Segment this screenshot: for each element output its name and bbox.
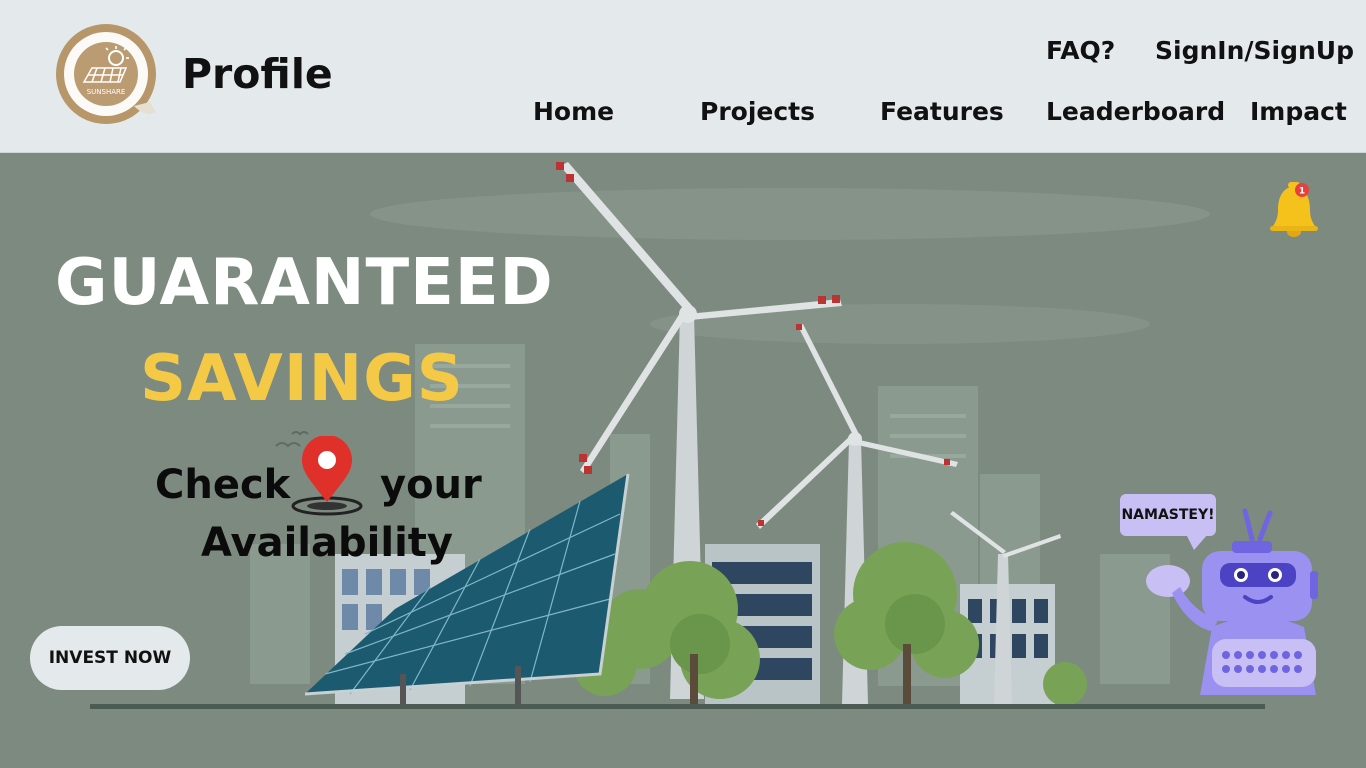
nav-home[interactable]: Home [533,97,614,126]
nav-leaderboard[interactable]: Leaderboard [1046,97,1225,126]
hero-banner: GUARANTEED SAVINGS Check your Availabili… [0,154,1366,768]
invest-now-button[interactable]: INVEST NOW [30,626,190,690]
sunshare-logo[interactable]: SUNSHARE [54,22,158,126]
page-title: Profile [182,50,333,98]
logo-text: SUNSHARE [87,88,126,96]
availability-label: Availability [201,520,453,566]
signin-signup-link[interactable]: SignIn/SignUp [1155,36,1354,65]
faq-link[interactable]: FAQ? [1046,36,1115,65]
headline-savings: SAVINGS [140,342,464,416]
headline-guaranteed: GUARANTEED [55,246,554,320]
location-pin-icon[interactable] [290,436,364,516]
chatbot-robot-icon[interactable] [1140,499,1320,699]
your-label: your [380,462,482,508]
check-label: Check [155,462,291,508]
top-header: SUNSHARE Profile FAQ? SignIn/SignUp Home… [0,0,1366,153]
notification-bell-icon[interactable]: 1 [1268,180,1324,242]
nav-projects[interactable]: Projects [700,97,815,126]
nav-features[interactable]: Features [880,97,1004,126]
nav-impact[interactable]: Impact [1250,97,1347,126]
notification-count: 1 [1299,187,1305,197]
